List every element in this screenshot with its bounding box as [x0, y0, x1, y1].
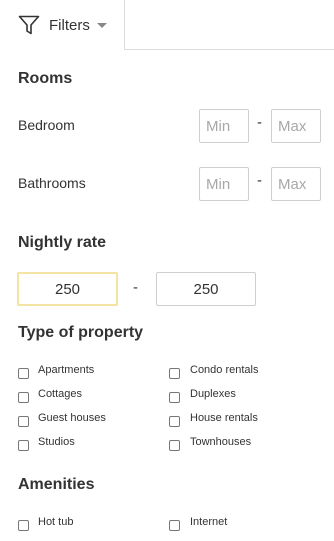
checkbox-apartments[interactable]	[18, 368, 29, 379]
property-type-title: Type of property	[18, 324, 144, 341]
checkbox-label-guest-houses: Guest houses	[38, 412, 106, 424]
filters-label: Filters	[49, 16, 90, 34]
checkbox-internet[interactable]	[169, 520, 180, 531]
checkbox-duplexes[interactable]	[169, 392, 180, 403]
nightly-rate-title: Nightly rate	[18, 234, 107, 251]
bathrooms-range-separator: -	[257, 172, 262, 189]
funnel-icon	[18, 15, 40, 35]
bedroom-max-input[interactable]	[271, 109, 321, 143]
checkbox-label-duplexes: Duplexes	[190, 388, 236, 400]
checkbox-label-hot-tub: Hot tub	[38, 516, 74, 528]
checkbox-label-condo-rentals: Condo rentals	[190, 364, 259, 376]
top-bar: Filters	[0, 0, 334, 50]
bathrooms-max-input[interactable]	[271, 167, 321, 201]
filters-tab[interactable]: Filters	[0, 0, 125, 50]
checkbox-label-cottages: Cottages	[38, 388, 83, 400]
checkbox-label-internet: Internet	[190, 516, 228, 528]
amenities-title: Amenities	[18, 476, 95, 493]
bathrooms-min-input[interactable]	[199, 167, 249, 201]
nightly-rate-min-input[interactable]	[17, 272, 118, 306]
checkbox-townhouses[interactable]	[169, 440, 180, 451]
checkbox-label-apartments: Apartments	[38, 364, 95, 376]
checkbox-label-studios: Studios	[38, 436, 75, 448]
bedroom-min-input[interactable]	[199, 109, 249, 143]
checkbox-studios[interactable]	[18, 440, 29, 451]
checkbox-label-townhouses: Townhouses	[190, 436, 252, 448]
nightly-rate-separator: -	[133, 279, 138, 296]
checkbox-hot-tub[interactable]	[18, 520, 29, 531]
bathrooms-label: Bathrooms	[18, 175, 86, 191]
chevron-down-icon	[96, 23, 107, 28]
rooms-title: Rooms	[18, 70, 73, 87]
divider	[124, 49, 334, 50]
checkbox-house-rentals[interactable]	[169, 416, 180, 427]
bedroom-label: Bedroom	[18, 117, 75, 133]
checkbox-guest-houses[interactable]	[18, 416, 29, 427]
bedroom-range-separator: -	[257, 114, 262, 131]
checkbox-cottages[interactable]	[18, 392, 29, 403]
nightly-rate-max-input[interactable]	[156, 272, 256, 306]
checkbox-label-house-rentals: House rentals	[190, 412, 258, 424]
checkbox-condo-rentals[interactable]	[169, 368, 180, 379]
